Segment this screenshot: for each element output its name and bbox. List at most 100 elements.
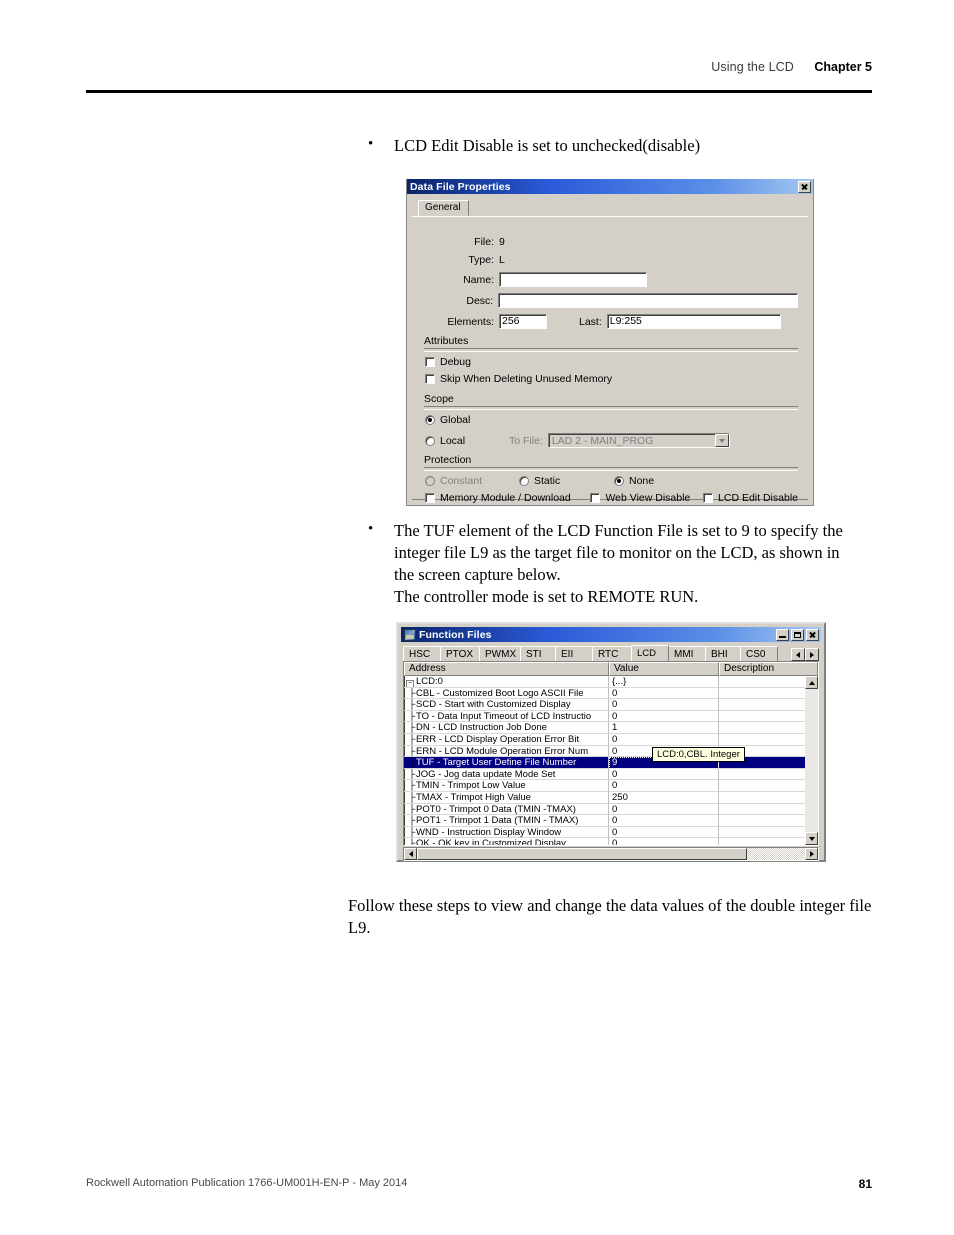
tab-general[interactable]: General	[418, 200, 469, 216]
table-row[interactable]: ├TUF - Target User Define File Number 9	[404, 757, 818, 769]
grid-body[interactable]: − LCD:0 {...} ├CBL - Customized Boot Logo …	[404, 676, 818, 845]
tab-scroll-left-icon[interactable]	[791, 648, 805, 661]
tab-lcd[interactable]: LCD	[631, 645, 669, 661]
tab-hsc[interactable]: HSC	[403, 646, 441, 661]
to-file-dropdown[interactable]: LAD 2 - MAIN_PROG	[547, 433, 730, 448]
column-header-description[interactable]: Description	[719, 662, 818, 676]
cell-description[interactable]	[719, 804, 818, 816]
scroll-right-icon[interactable]	[805, 848, 818, 860]
table-row[interactable]: ├JOG - Jog data update Mode Set 0	[404, 768, 818, 781]
tab-bhi[interactable]: BHI	[705, 646, 741, 661]
cell-address[interactable]: ├OK - OK key in Customized Display	[404, 838, 609, 845]
tab-sti[interactable]: STI	[520, 646, 556, 661]
checkbox-debug[interactable]: Debug	[425, 356, 471, 368]
cell-address[interactable]: ├ERR - LCD Display Operation Error Bit	[404, 733, 609, 746]
checkbox-lcd-edit-disable[interactable]: LCD Edit Disable	[703, 492, 798, 504]
table-row[interactable]: ├TO - Data Input Timeout of LCD Instruct…	[404, 710, 818, 723]
cell-value[interactable]: 0	[609, 710, 719, 723]
cell-address[interactable]: ├TUF - Target User Define File Number	[404, 757, 609, 769]
cell-address[interactable]: − LCD:0	[404, 676, 609, 688]
tab-scroll-buttons[interactable]	[791, 648, 819, 661]
dialog-titlebar[interactable]: Data File Properties	[407, 179, 813, 194]
radio-local[interactable]: Local	[425, 435, 509, 447]
last-input[interactable]: L9:255	[606, 314, 781, 329]
checkbox-skip-deleting[interactable]: Skip When Deleting Unused Memory	[425, 373, 612, 385]
minimize-icon[interactable]	[776, 628, 789, 641]
table-row[interactable]: ├ERR - LCD Display Operation Error Bit 0	[404, 733, 818, 746]
cell-value[interactable]: 0	[609, 826, 719, 839]
hscroll-thumb[interactable]	[417, 848, 747, 860]
tab-pwmx[interactable]: PWMX	[479, 646, 521, 661]
cell-value[interactable]: 1	[609, 722, 719, 734]
cell-address[interactable]: ├CBL - Customized Boot Logo ASCII File	[404, 687, 609, 700]
vscroll-track[interactable]	[805, 689, 818, 832]
cell-value[interactable]: 0	[609, 768, 719, 781]
grid-horizontal-scrollbar[interactable]	[403, 847, 819, 861]
cell-address[interactable]: ├POT0 - Trimpot 0 Data (TMIN -TMAX)	[404, 803, 609, 816]
cell-description[interactable]	[719, 792, 818, 804]
function-files-titlebar[interactable]: Function Files	[401, 627, 821, 642]
cell-address[interactable]: ├SCD - Start with Customized Display	[404, 699, 609, 711]
cell-address[interactable]: ├DN - LCD Instruction Job Done	[404, 722, 609, 734]
function-files-grid[interactable]: Address Value Description − LCD:0 {...} ├C…	[403, 661, 819, 846]
tab-cs0[interactable]: CS0	[740, 646, 778, 661]
cell-description[interactable]	[719, 769, 818, 781]
function-files-tabstrip[interactable]: HSC PTOX PWMX STI EII RTC LCD MMI BHI CS…	[403, 645, 821, 661]
column-header-value[interactable]: Value	[609, 662, 719, 676]
hscroll-track[interactable]	[747, 848, 805, 860]
table-row[interactable]: − LCD:0 {...}	[404, 676, 818, 688]
desc-input[interactable]	[498, 293, 798, 308]
radio-static[interactable]: Static	[519, 475, 614, 487]
scroll-down-icon[interactable]	[805, 832, 818, 845]
cell-description[interactable]	[719, 780, 818, 792]
table-row[interactable]: ├DN - LCD Instruction Job Done 1	[404, 722, 818, 734]
radio-global[interactable]: Global	[425, 414, 470, 426]
cell-address[interactable]: ├WND - Instruction Display Window	[404, 826, 609, 839]
tab-mmi[interactable]: MMI	[668, 646, 706, 661]
cell-description[interactable]	[719, 688, 818, 700]
cell-description[interactable]	[719, 676, 818, 688]
table-row[interactable]: ├WND - Instruction Display Window 0	[404, 826, 818, 839]
close-icon[interactable]	[798, 180, 811, 193]
cell-value[interactable]: 0	[609, 815, 719, 827]
column-header-address[interactable]: Address	[404, 662, 609, 676]
cell-value[interactable]: 0	[609, 803, 719, 816]
cell-address[interactable]: ├TMIN - Trimpot Low Value	[404, 780, 609, 792]
cell-address[interactable]: ├JOG - Jog data update Mode Set	[404, 768, 609, 781]
tab-eii[interactable]: EII	[555, 646, 593, 661]
tab-rtc[interactable]: RTC	[592, 646, 632, 661]
maximize-icon[interactable]	[791, 628, 804, 641]
tab-ptox[interactable]: PTOX	[440, 646, 480, 661]
cell-value[interactable]: 0	[609, 780, 719, 792]
cell-description[interactable]	[719, 838, 818, 845]
table-row[interactable]: ├TMAX - Trimpot High Value 250	[404, 791, 818, 804]
cell-address[interactable]: ├TO - Data Input Timeout of LCD Instruct…	[404, 710, 609, 723]
scroll-up-icon[interactable]	[805, 676, 818, 689]
checkbox-web-view-disable[interactable]: Web View Disable	[590, 492, 703, 504]
cell-address[interactable]: ├TMAX - Trimpot High Value	[404, 791, 609, 804]
cell-value[interactable]: 250	[609, 791, 719, 804]
table-row[interactable]: ├POT1 - Trimpot 1 Data (TMIN - TMAX) 0	[404, 815, 818, 827]
scroll-left-icon[interactable]	[404, 848, 417, 860]
cell-description[interactable]	[719, 815, 818, 827]
table-row[interactable]: ├CBL - Customized Boot Logo ASCII File 0	[404, 687, 818, 700]
elements-input[interactable]: 256	[499, 314, 547, 329]
cell-value[interactable]: 0	[609, 733, 719, 746]
cell-value[interactable]: 0	[609, 699, 719, 711]
grid-vertical-scrollbar[interactable]	[805, 676, 818, 845]
cell-description[interactable]	[719, 734, 818, 746]
cell-value[interactable]: {...}	[609, 676, 719, 688]
table-row[interactable]: ├POT0 - Trimpot 0 Data (TMIN -TMAX) 0	[404, 803, 818, 816]
cell-address[interactable]: ├ERN - LCD Module Operation Error Num	[404, 745, 609, 758]
dialog-tabstrip[interactable]: General	[412, 200, 808, 217]
radio-none[interactable]: None	[614, 475, 654, 487]
table-row[interactable]: ├OK - OK key in Customized Display 0	[404, 838, 818, 845]
cell-value[interactable]: 0	[609, 838, 719, 845]
data-file-properties-dialog[interactable]: Data File Properties General File: 9 Typ…	[406, 179, 814, 506]
cell-value[interactable]: 0	[609, 687, 719, 700]
name-input[interactable]	[499, 272, 647, 287]
checkbox-memory-module[interactable]: Memory Module / Download	[425, 492, 590, 504]
table-row[interactable]: ├TMIN - Trimpot Low Value 0	[404, 780, 818, 792]
cell-description[interactable]	[719, 699, 818, 711]
cell-description[interactable]	[719, 722, 818, 734]
